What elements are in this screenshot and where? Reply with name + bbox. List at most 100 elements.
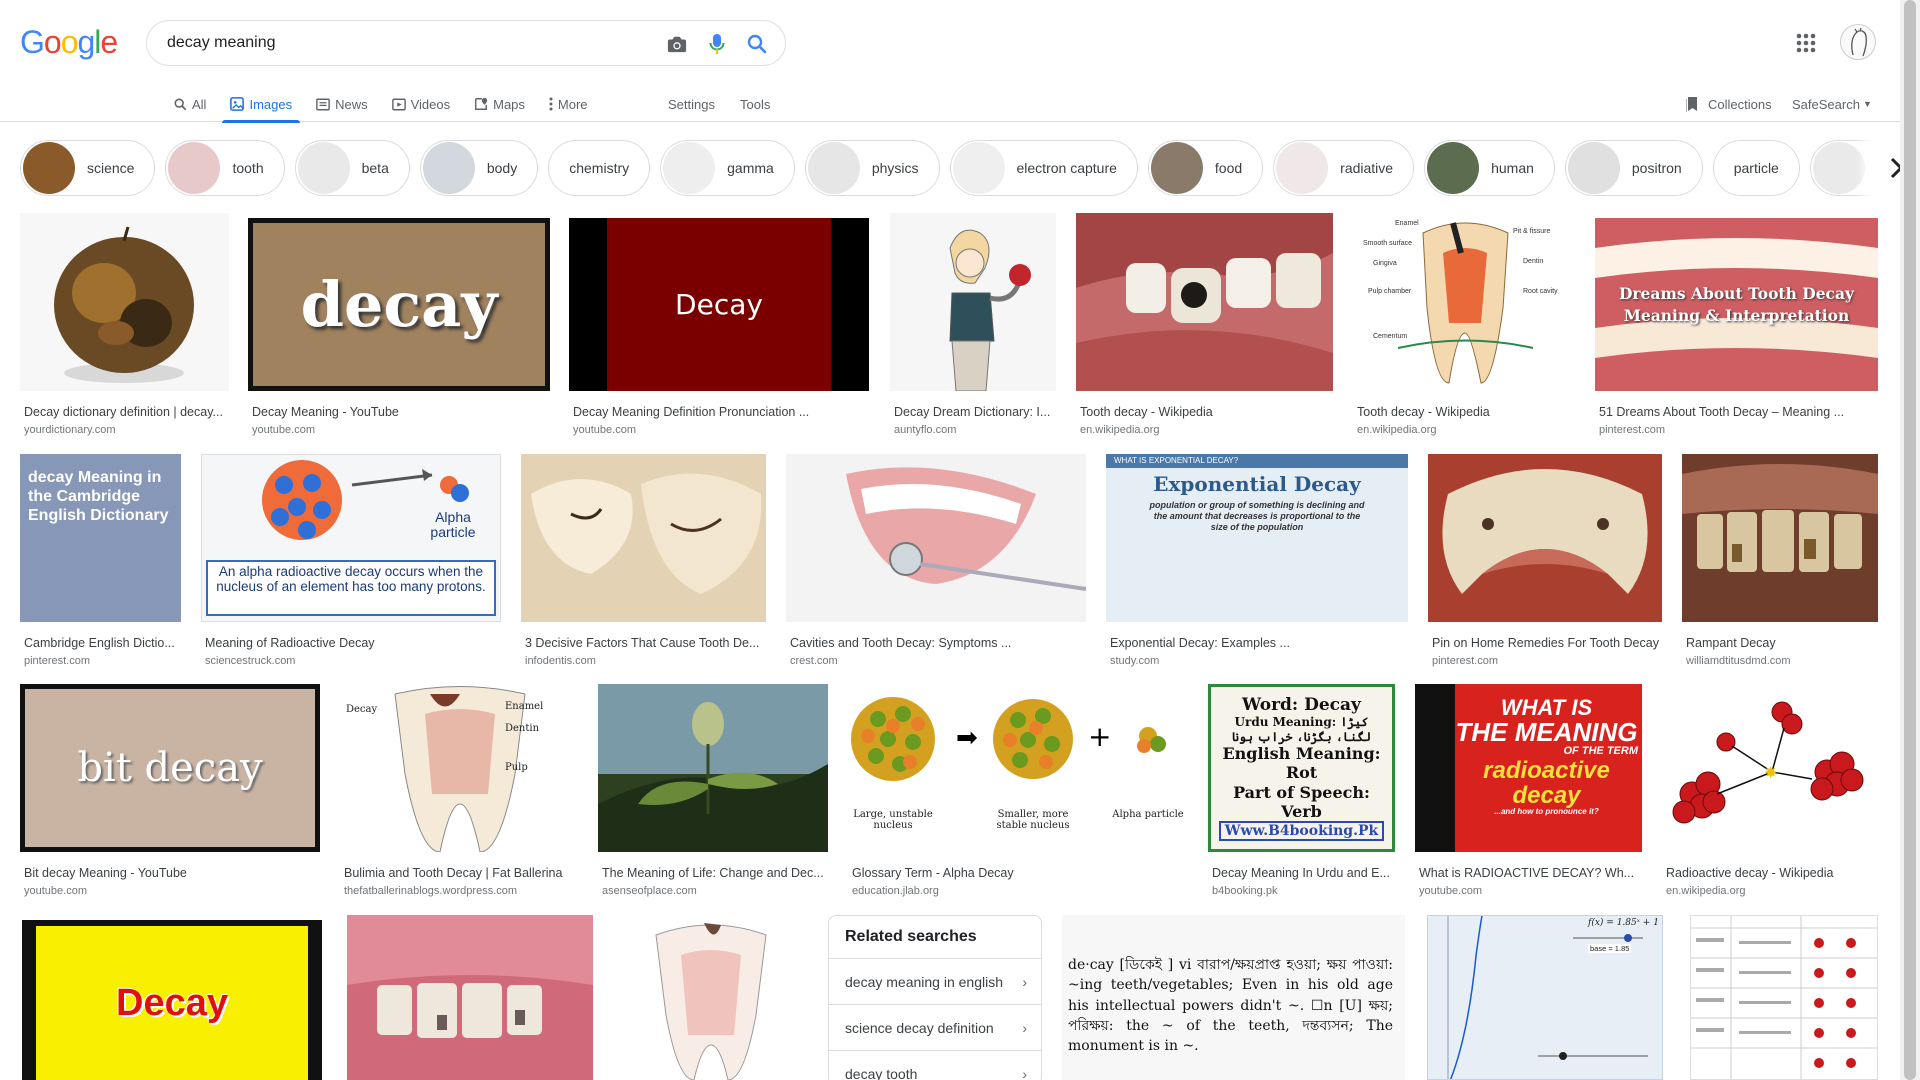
image-result[interactable]: bit decay Bit decay Meaning - YouTube yo… [20,684,320,897]
image-result[interactable]: Word: Decay Urdu Meaning: کیڑا لگنا، بگڑ… [1208,684,1395,897]
tab-images[interactable]: Images [222,86,300,123]
chip-label: physics [871,160,919,176]
result-source: study.com [1110,655,1160,667]
chip-positron[interactable]: positron [1564,140,1703,196]
search-box[interactable] [146,20,786,66]
image-text: Dreams About Tooth Decay Meaning & Inter… [1618,283,1855,325]
image-result[interactable]: ➡ + ➡ Large, unstable nucleus Smaller, m… [848,684,1188,897]
result-source: thefatballerinablogs.wordpress.com [344,885,518,897]
thumb-line: radioactive decay [1483,756,1610,810]
related-search-item[interactable]: decay meaning in english › [829,958,1041,1004]
chip-science[interactable]: science [20,140,156,196]
thumb-line: THE MEANING [1455,717,1638,748]
image-result[interactable]: The Meaning of Life: Change and Dec... a… [598,684,828,897]
logo-letter: g [77,24,95,60]
bit-decay-image: bit decay [20,684,320,852]
diagram-label: Large, unstable nucleus [853,809,933,831]
chip-electron-capture[interactable]: electron capture [949,140,1138,196]
related-search-item[interactable]: decay tooth › [829,1050,1041,1080]
result-source: pinterest.com [1432,655,1499,667]
tools-link[interactable]: Tools [740,86,770,122]
scrollbar-thumb[interactable] [1904,0,1916,1080]
related-search-item[interactable]: science decay definition › [829,1004,1041,1050]
image-result[interactable]: Decay Enamel Dentin Pulp Bulimia and Too… [340,684,578,897]
image-result[interactable]: Decay [22,920,322,1080]
chip-physics[interactable]: physics [804,140,940,196]
result-source: yourdictionary.com [24,424,116,436]
chip-human[interactable]: human [1424,140,1555,196]
apps-grid-icon[interactable] [1795,32,1819,56]
image-result[interactable]: f(x) = 1.85ˣ + 1 base = 1.85 [1427,915,1663,1080]
image-result[interactable]: Cavities and Tooth Decay: Symptoms ... c… [786,454,1086,667]
chip-gamma[interactable]: gamma [660,140,795,196]
result-source: b4booking.pk [1212,885,1278,897]
camera-icon[interactable] [665,32,689,56]
image-result[interactable]: Tooth decay - Wikipedia en.wikipedia.org [1076,213,1333,436]
image-result[interactable]: Dreams About Tooth Decay Meaning & Inter… [1595,213,1878,436]
rampant-decay-photo [1682,454,1878,622]
image-result[interactable]: WHAT IS EXPONENTIAL DECAY? Exponential D… [1106,454,1408,667]
image-result[interactable]: Pin on Home Remedies For Tooth Decay pin… [1428,454,1662,667]
image-result[interactable]: Enamel Smooth surface Gingiva Pulp chamber… [1353,213,1576,436]
chip-beta[interactable]: beta [294,140,410,196]
image-result[interactable]: decay Decay Meaning - YouTube youtube.co… [248,213,550,436]
search-icon [174,98,187,110]
tab-label: Maps [493,96,525,112]
account-avatar[interactable] [1840,24,1876,60]
search-input[interactable] [167,21,647,65]
decay-yellow-image: Decay [22,920,322,1080]
chip-food[interactable]: food [1147,140,1264,196]
result-caption: Tooth decay - Wikipedia [1357,405,1490,419]
collections-button[interactable]: Collections [1686,86,1772,122]
settings-link[interactable]: Settings [668,86,715,122]
tooth-decay-photo [1076,213,1333,391]
chip-label: chemistry [569,160,630,176]
result-source: crest.com [790,655,838,667]
image-result[interactable] [347,915,593,1080]
result-source: auntyflo.com [894,424,957,436]
chip-thumbnail [1567,142,1620,194]
image-result[interactable]: WHAT IS THE MEANING OF THE TERM radioact… [1415,684,1642,897]
image-text: Exponential Decay [1153,472,1361,496]
chip-tooth[interactable]: tooth [165,140,285,196]
image-result[interactable]: de·cay [ডিকেই ] vi বারাপ/ক্ষয়প্রাপ্ত হও… [1062,915,1405,1080]
image-result[interactable]: 3 Decisive Factors That Cause Tooth De..… [521,454,766,667]
image-result[interactable]: ✸ Radioactive decay - Wikipedia en.wikip… [1662,684,1878,897]
safesearch-label: SafeSearch [1792,96,1860,112]
chip-radiative[interactable]: radiative [1273,140,1415,196]
urdu-meaning-card: Word: Decay Urdu Meaning: کیڑا لگنا، بگڑ… [1208,684,1395,852]
result-caption: Decay dictionary definition | decay... [24,405,223,419]
card-line: Urdu Meaning: کیڑا لگنا، بگڑنا، خراب ہون… [1231,715,1372,744]
chip-label: tooth [232,160,264,176]
chip-chemistry[interactable]: chemistry [548,140,651,196]
safesearch-dropdown[interactable]: SafeSearch ▼ [1792,86,1872,122]
result-source: education.jlab.org [852,885,939,897]
chip-label: particle [1733,160,1779,176]
result-source: sciencestruck.com [205,655,296,667]
image-result[interactable]: decay Meaning in the Cambridge English D… [20,454,181,667]
image-result[interactable]: Decay dictionary definition | decay... y… [20,213,229,436]
microphone-icon[interactable] [705,32,729,56]
image-result[interactable] [1690,915,1878,1080]
chip-thumbnail [23,142,75,194]
image-result[interactable]: Decay Decay Meaning Definition Pronuncia… [569,213,869,436]
dreams-tooth-decay-image: Dreams About Tooth Decay Meaning & Inter… [1595,218,1878,391]
image-result[interactable]: Alpha particle An alpha radioactive deca… [201,454,501,667]
tab-news[interactable]: News [308,86,376,122]
tab-more[interactable]: More [541,86,596,122]
chip-body[interactable]: body [419,140,539,196]
google-logo[interactable]: Google [20,24,118,61]
chip-radi[interactable]: radi [1809,140,1880,196]
tab-maps[interactable]: Maps [466,86,533,122]
tab-videos[interactable]: Videos [384,86,459,122]
image-text: An alpha radioactive decay occurs when t… [206,560,496,616]
image-result[interactable]: Decay Dream Dictionary: I... auntyflo.co… [890,213,1056,436]
tab-all[interactable]: All [166,86,214,122]
search-icon[interactable] [745,32,769,56]
svg-text:Enamel: Enamel [1395,220,1419,227]
diagram-label: Smaller, more stable nucleus [996,809,1070,831]
image-result[interactable]: Rampant Decay williamdtitusdmd.com [1682,454,1878,667]
page-scrollbar[interactable] [1900,0,1920,1080]
image-result[interactable] [616,915,807,1080]
chip-particle[interactable]: particle [1712,140,1800,196]
